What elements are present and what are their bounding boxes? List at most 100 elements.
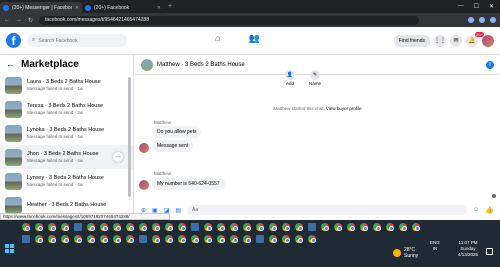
- search-box[interactable]: ⌕: [27, 34, 127, 47]
- chrome-icon[interactable]: [360, 223, 368, 231]
- avatar[interactable]: [139, 180, 149, 190]
- chrome-icon[interactable]: [35, 223, 43, 231]
- chrome-icon[interactable]: [87, 223, 95, 231]
- add-action[interactable]: 👤 Add: [285, 70, 295, 86]
- message-bubble[interactable]: Message sent: [152, 140, 194, 152]
- avatar[interactable]: [482, 34, 494, 47]
- chrome-icon[interactable]: [412, 223, 420, 231]
- chrome-icon[interactable]: [269, 223, 277, 231]
- chrome-icon[interactable]: [61, 223, 69, 231]
- back-icon[interactable]: ←: [4, 17, 10, 23]
- chrome-icon[interactable]: [165, 223, 173, 231]
- chrome-icon[interactable]: [126, 223, 134, 231]
- home-icon[interactable]: ⌂: [215, 33, 220, 44]
- thumbs-up-icon[interactable]: 👍: [485, 206, 494, 214]
- forward-icon[interactable]: →: [16, 17, 22, 23]
- view-buyer-profile-link[interactable]: View buyer profile: [326, 106, 362, 111]
- chrome-icon[interactable]: [386, 223, 394, 231]
- extension-icon[interactable]: [468, 17, 474, 23]
- chrome-icon[interactable]: [74, 235, 82, 243]
- chrome-icon[interactable]: [282, 223, 290, 231]
- menu-grid-icon[interactable]: ⋮⋮: [434, 34, 446, 47]
- chrome-icon[interactable]: [178, 235, 186, 243]
- browser-tab-facebook[interactable]: (20+) Facebook ✕: [82, 2, 164, 13]
- message-input[interactable]: Aa: [187, 205, 468, 215]
- menu-icon[interactable]: [490, 17, 496, 23]
- chrome-icon[interactable]: [373, 223, 381, 231]
- chrome-icon[interactable]: [126, 235, 134, 243]
- chrome-icon[interactable]: [152, 235, 160, 243]
- weather-widget[interactable]: 28°C Sunny: [393, 247, 418, 259]
- chrome-icon[interactable]: [22, 223, 30, 231]
- chrome-icon[interactable]: [48, 223, 56, 231]
- chat-title[interactable]: Matthew · 3 Beds 2 Baths House: [157, 62, 245, 68]
- system-clock[interactable]: 11:07 PM Sunday 4/13/2025: [458, 240, 478, 258]
- chrome-icon[interactable]: [61, 235, 69, 243]
- chrome-icon[interactable]: [334, 223, 342, 231]
- app-icon[interactable]: [308, 223, 316, 231]
- conversation-item[interactable]: Teresa · 3 Beds 2 Baths House Message fai…: [0, 97, 133, 121]
- chrome-icon[interactable]: [269, 235, 277, 243]
- chrome-icon[interactable]: [152, 223, 160, 231]
- windows-start-icon[interactable]: [5, 244, 14, 253]
- chrome-icon[interactable]: [295, 235, 303, 243]
- chrome-icon[interactable]: [295, 223, 303, 231]
- chrome-icon[interactable]: [113, 235, 121, 243]
- chrome-icon[interactable]: [100, 223, 108, 231]
- back-arrow-icon[interactable]: ←: [6, 59, 15, 69]
- close-tab-icon[interactable]: ✕: [157, 5, 161, 11]
- chrome-icon[interactable]: [321, 223, 329, 231]
- message-bubble[interactable]: My number is 540-624-0557: [152, 178, 225, 190]
- maximize-icon[interactable]: ☐: [474, 3, 479, 10]
- chrome-icon[interactable]: [282, 235, 290, 243]
- reload-icon[interactable]: ↻: [28, 17, 33, 24]
- close-tab-icon[interactable]: ✕: [75, 5, 79, 11]
- chrome-icon[interactable]: [178, 223, 186, 231]
- find-friends-button[interactable]: Find friends: [393, 34, 430, 47]
- friends-icon[interactable]: 👥: [248, 33, 259, 44]
- gif-icon[interactable]: ▤: [175, 207, 181, 214]
- chrome-icon[interactable]: [204, 223, 212, 231]
- message-bubble[interactable]: Do you allow pets: [152, 126, 202, 138]
- new-tab-icon[interactable]: +: [168, 3, 172, 10]
- chrome-icon[interactable]: [217, 223, 225, 231]
- chrome-icon[interactable]: [256, 223, 264, 231]
- app-icon[interactable]: [74, 223, 82, 231]
- app-icon[interactable]: [256, 235, 264, 243]
- chrome-icon[interactable]: [230, 235, 238, 243]
- chrome-icon[interactable]: [35, 235, 43, 243]
- chrome-icon[interactable]: [399, 223, 407, 231]
- app-icon[interactable]: [22, 235, 30, 243]
- conversation-item[interactable]: Lynoka · 3 Beds 2 Baths House Message fai…: [0, 121, 133, 145]
- messenger-icon[interactable]: ✉: [450, 34, 462, 47]
- chrome-icon[interactable]: [113, 223, 121, 231]
- chrome-icon[interactable]: [347, 223, 355, 231]
- info-icon[interactable]: i: [486, 60, 494, 69]
- chrome-icon[interactable]: [230, 223, 238, 231]
- chrome-icon[interactable]: [243, 235, 251, 243]
- conversation-item[interactable]: Laura · 3 Beds 2 Baths House Message fail…: [0, 73, 133, 97]
- app-icon[interactable]: [191, 223, 199, 231]
- minimize-icon[interactable]: —: [458, 3, 464, 10]
- language-indicator[interactable]: ENG IN: [430, 240, 440, 251]
- facebook-logo[interactable]: f: [6, 33, 21, 48]
- conversation-item[interactable]: Lynsey · 3 Beds 2 Baths House Message fai…: [0, 169, 133, 193]
- scrollbar[interactable]: [128, 77, 131, 197]
- conversation-item[interactable]: Heather · 3 Beds 2 Baths House: [0, 193, 133, 215]
- name-action[interactable]: ✎ Name: [309, 70, 321, 86]
- app-icon[interactable]: [139, 235, 147, 243]
- notification-center-icon[interactable]: [486, 248, 493, 255]
- avatar[interactable]: [139, 143, 149, 153]
- chrome-icon[interactable]: [243, 223, 251, 231]
- chrome-icon[interactable]: [204, 235, 212, 243]
- more-options-icon[interactable]: ···: [113, 152, 123, 162]
- conversation-item-active[interactable]: Jhon · 3 Beds 2 Baths House Message faile…: [0, 145, 133, 169]
- emoji-icon[interactable]: ☺: [473, 207, 479, 213]
- chrome-icon[interactable]: [308, 235, 316, 243]
- profile-icon[interactable]: [479, 17, 485, 23]
- chrome-icon[interactable]: [87, 235, 95, 243]
- chrome-icon[interactable]: [100, 235, 108, 243]
- notifications-icon[interactable]: 🔔 20+: [466, 31, 484, 47]
- chrome-icon[interactable]: [217, 235, 225, 243]
- chrome-icon[interactable]: [139, 223, 147, 231]
